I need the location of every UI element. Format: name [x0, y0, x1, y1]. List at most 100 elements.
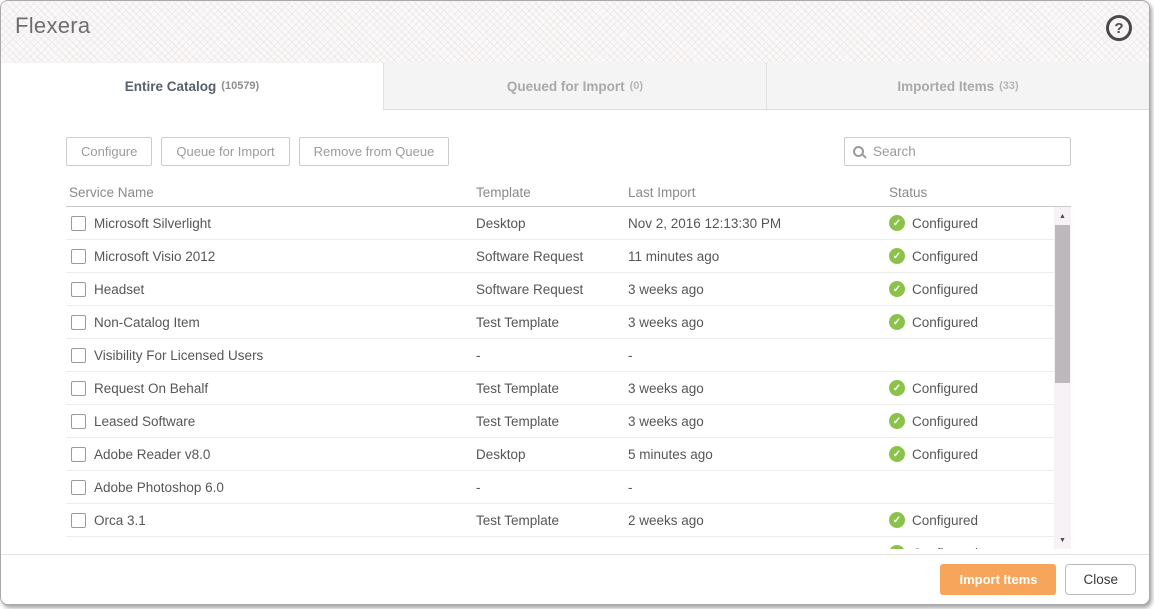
service-name: Adobe Photoshop 6.0: [94, 479, 224, 495]
row-checkbox[interactable]: [71, 347, 86, 363]
row-checkbox-cell: [66, 281, 94, 297]
row-checkbox-cell: [66, 248, 94, 264]
search-box[interactable]: [844, 137, 1071, 166]
table-row: Microsoft Visio 2012 Software Request 11…: [66, 240, 1071, 273]
table-row: Non-Catalog Item Test Template 3 weeks a…: [66, 306, 1071, 339]
template-value: Desktop: [476, 215, 526, 231]
dialog-footer: Import Items Close: [1, 554, 1149, 604]
template-value: Software Request: [476, 248, 584, 264]
status-label: Configured: [912, 380, 979, 396]
column-header-last-import: Last Import: [628, 185, 696, 200]
template-value: Test Template: [476, 314, 560, 330]
row-checkbox[interactable]: [71, 215, 86, 231]
tab-count-badge: (33): [999, 80, 1019, 92]
service-name: Request On Behalf: [94, 380, 209, 396]
catalog-content: Configure Queue for Import Remove from Q…: [1, 110, 1149, 549]
last-import-value: -: [628, 347, 633, 363]
tab-count-badge: (10579): [221, 80, 260, 92]
last-import-value: -: [628, 479, 633, 495]
template-value: -: [476, 347, 481, 363]
tab-count-badge: (0): [629, 80, 644, 92]
service-name: Microsoft Silverlight: [94, 215, 212, 231]
tab-label: Imported Items: [897, 78, 995, 94]
import-catalog-dialog: Flexera ? Entire Catalog (10579) Queued …: [0, 0, 1150, 605]
status-cell: ✓ Configured: [889, 413, 1071, 429]
service-name: Non-Catalog Item: [94, 314, 200, 330]
row-checkbox-cell: [66, 380, 94, 396]
import-items-button[interactable]: Import Items: [940, 564, 1057, 595]
service-name: Adobe Reader v8.0: [94, 446, 211, 462]
status-cell: ✓ Configured: [889, 314, 1071, 330]
check-circle-icon: ✓: [889, 314, 905, 330]
check-circle-icon: ✓: [889, 512, 905, 528]
last-import-value: 5 minutes ago: [628, 446, 713, 462]
column-header-status: Status: [889, 185, 928, 200]
service-name: Orca 3.1: [94, 512, 146, 528]
last-import-value: 3 weeks ago: [628, 380, 704, 396]
status-cell: ✓ Configured: [889, 281, 1071, 297]
row-checkbox[interactable]: [71, 512, 86, 528]
table-row: Adobe Photoshop 6.0 - -: [66, 471, 1071, 504]
toolbar: Configure Queue for Import Remove from Q…: [66, 137, 1071, 166]
check-circle-icon: ✓: [889, 413, 905, 429]
table-body: Microsoft Silverlight Desktop Nov 2, 201…: [66, 207, 1071, 549]
table-row: ✓ Configured: [66, 537, 1071, 549]
row-checkbox[interactable]: [71, 281, 86, 297]
search-icon: [853, 146, 864, 157]
status-label: Configured: [912, 512, 979, 528]
status-label: Configured: [912, 215, 979, 231]
table-row: Adobe Reader v8.0 Desktop 5 minutes ago …: [66, 438, 1071, 471]
check-circle-icon: ✓: [889, 215, 905, 231]
table-row: Leased Software Test Template 3 weeks ag…: [66, 405, 1071, 438]
row-checkbox[interactable]: [71, 314, 86, 330]
template-value: Test Template: [476, 512, 560, 528]
help-icon[interactable]: ?: [1106, 15, 1132, 41]
vertical-scrollbar[interactable]: ▲ ▼: [1054, 207, 1071, 549]
table-row: Orca 3.1 Test Template 2 weeks ago ✓ Con…: [66, 504, 1071, 537]
queue-for-import-button[interactable]: Queue for Import: [161, 137, 290, 166]
check-circle-icon: ✓: [889, 380, 905, 396]
column-header-service-name: Service Name: [69, 185, 154, 200]
status-cell: ✓ Configured: [889, 380, 1071, 396]
table-row: Headset Software Request 3 weeks ago ✓ C…: [66, 273, 1071, 306]
last-import-value: 11 minutes ago: [628, 248, 720, 264]
scroll-up-icon[interactable]: ▲: [1054, 209, 1071, 223]
template-value: Test Template: [476, 380, 560, 396]
row-checkbox[interactable]: [71, 446, 86, 462]
scroll-down-icon[interactable]: ▼: [1054, 533, 1071, 547]
row-checkbox-cell: [66, 446, 94, 462]
status-label: Configured: [912, 248, 979, 264]
row-checkbox-cell: [66, 314, 94, 330]
page-title: Flexera: [15, 13, 91, 38]
row-checkbox[interactable]: [71, 479, 86, 495]
row-checkbox-cell: [66, 347, 94, 363]
tab-label: Queued for Import: [506, 78, 625, 94]
row-checkbox-cell: [66, 413, 94, 429]
last-import-value: 2 weeks ago: [628, 512, 704, 528]
last-import-value: 3 weeks ago: [628, 413, 704, 429]
status-label: Configured: [912, 546, 978, 550]
remove-from-queue-button[interactable]: Remove from Queue: [298, 137, 450, 166]
configure-button[interactable]: Configure: [66, 137, 153, 166]
tab-queued-for-import[interactable]: Queued for Import (0): [383, 63, 766, 110]
status-label: Configured: [912, 413, 979, 429]
scrollbar-thumb[interactable]: [1055, 225, 1070, 383]
row-checkbox[interactable]: [71, 380, 86, 396]
close-button[interactable]: Close: [1065, 564, 1136, 595]
table-row: Visibility For Licensed Users - -: [66, 339, 1071, 372]
tab-imported-items[interactable]: Imported Items (33): [766, 63, 1149, 110]
tab-label: Entire Catalog: [124, 78, 217, 94]
check-circle-icon: ✓: [889, 248, 905, 264]
service-name: Microsoft Visio 2012: [94, 248, 216, 264]
row-checkbox[interactable]: [71, 413, 86, 429]
template-value: Desktop: [476, 446, 526, 462]
dialog-header: Flexera ?: [1, 1, 1149, 63]
search-input[interactable]: [873, 144, 1062, 159]
template-value: -: [476, 479, 481, 495]
row-checkbox-cell: [66, 546, 94, 550]
row-checkbox[interactable]: [71, 248, 86, 264]
check-circle-icon: ✓: [889, 446, 905, 462]
tab-entire-catalog[interactable]: Entire Catalog (10579): [1, 63, 383, 110]
status-cell: ✓ Configured: [889, 446, 1071, 462]
service-name: Visibility For Licensed Users: [94, 347, 264, 363]
